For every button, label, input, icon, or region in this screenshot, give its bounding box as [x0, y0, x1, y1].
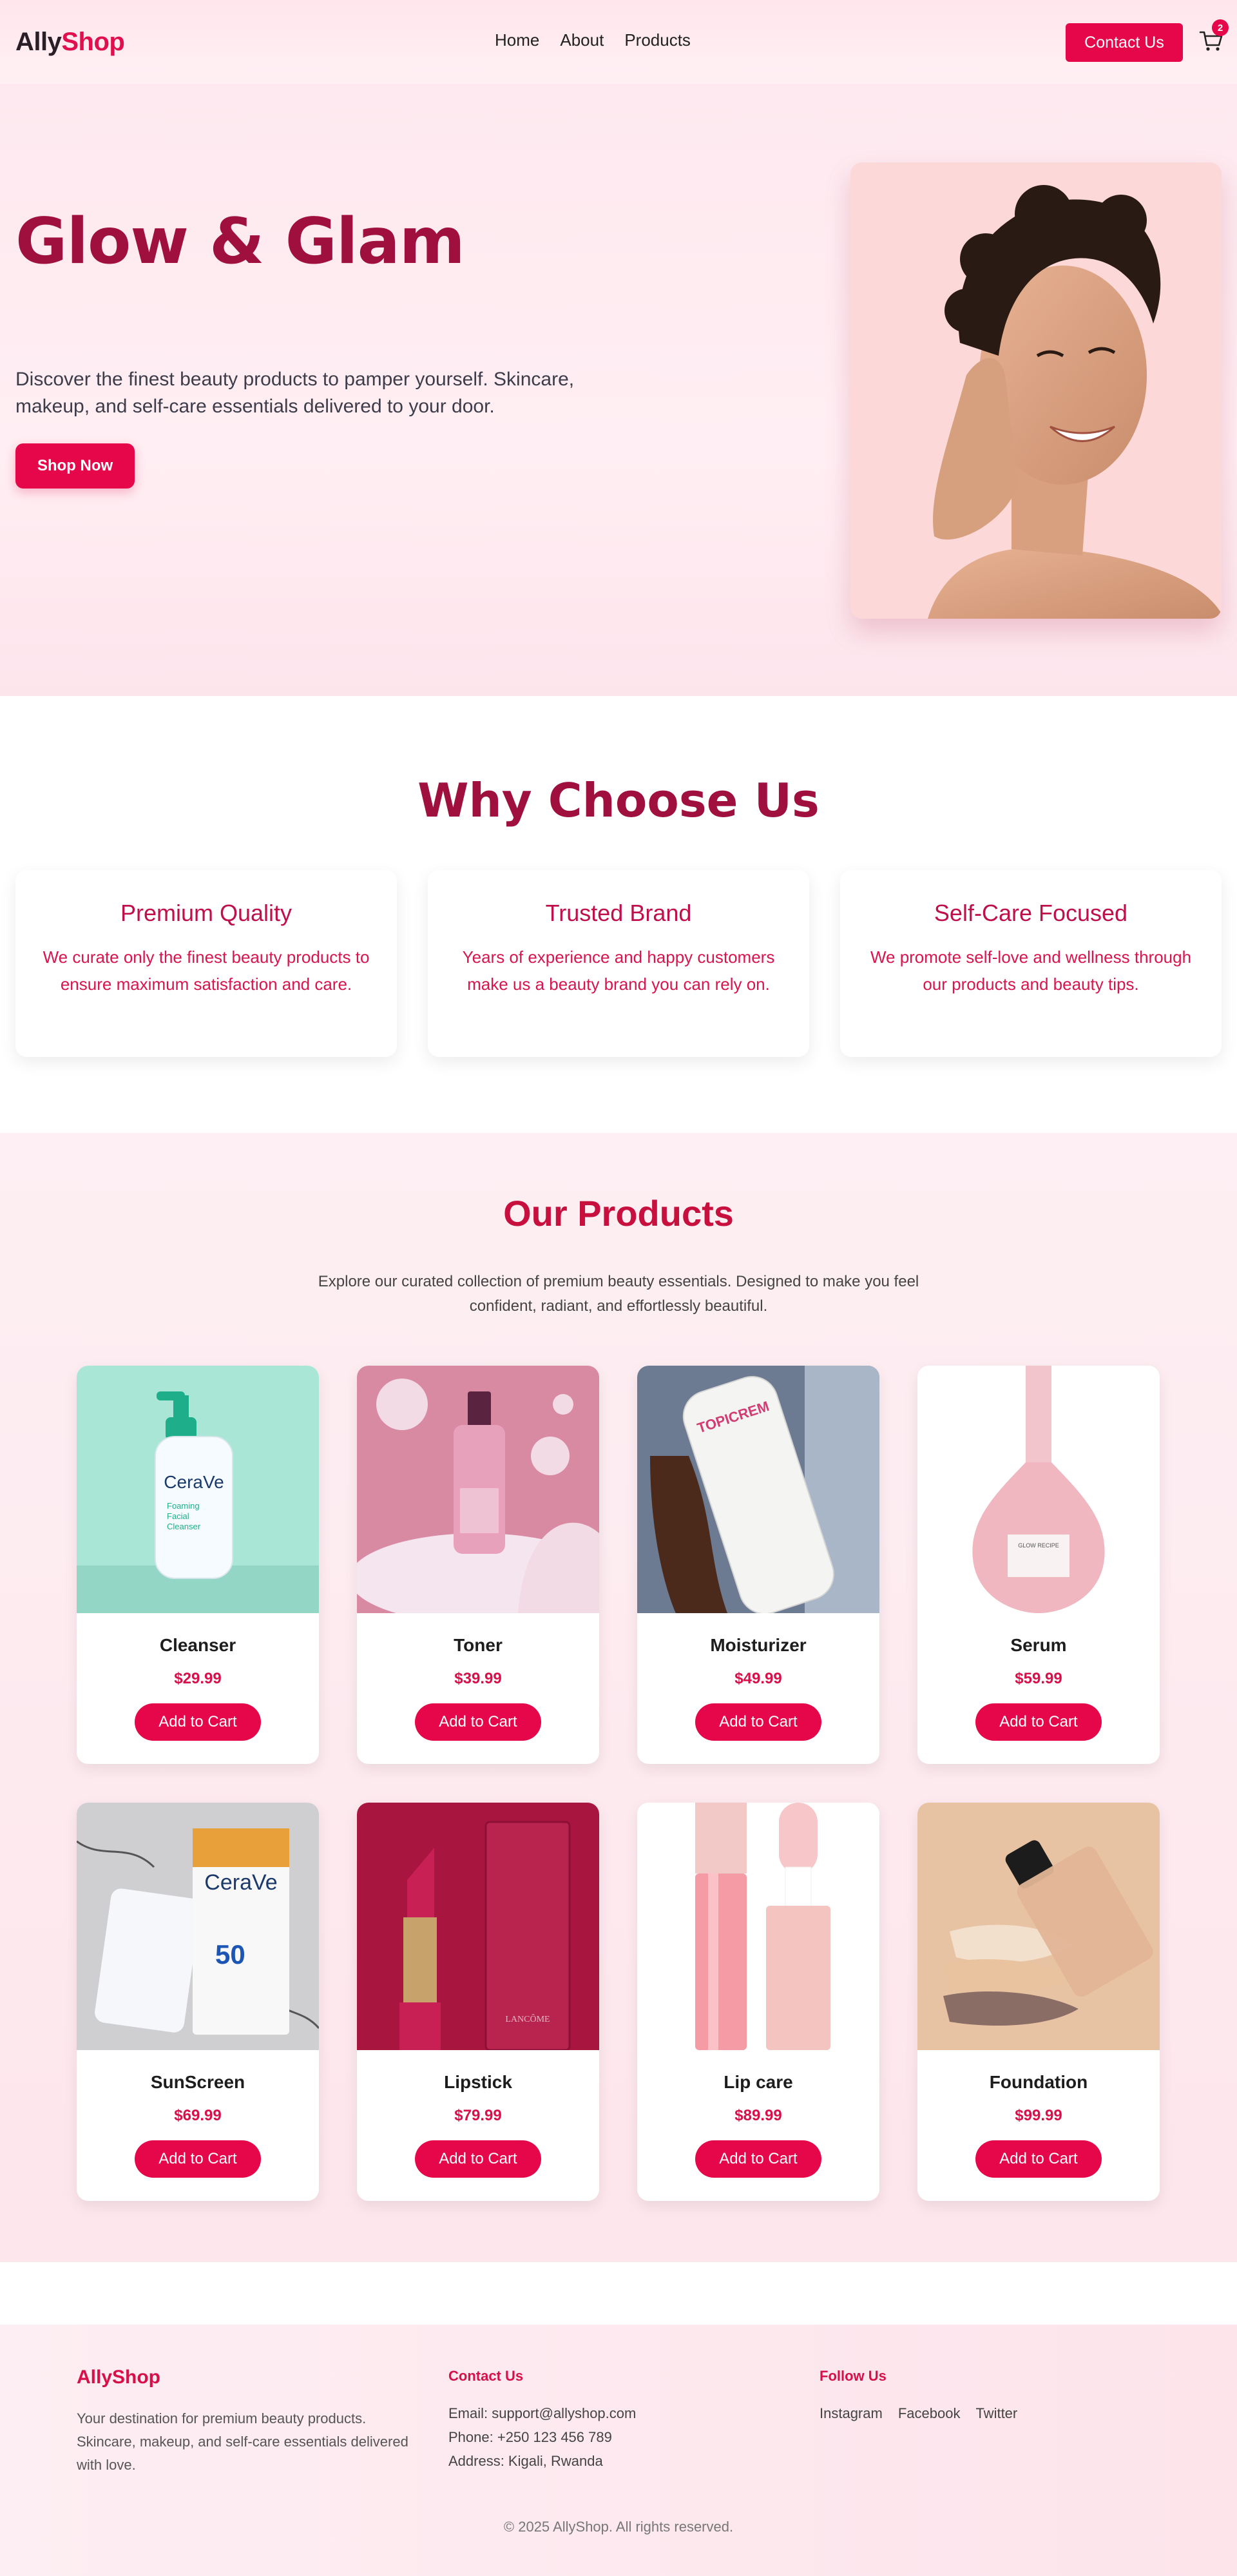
product-image-cleanser: CeraVe Foaming Facial Cleanser	[77, 1366, 319, 1613]
footer-logo[interactable]: AllyShop	[77, 2367, 160, 2388]
product-card: TOPICREM Moisturizer $49.99 Add to Cart	[637, 1366, 879, 1764]
product-image-serum: GLOW RECIPE	[917, 1366, 1160, 1613]
product-image-foundation	[917, 1803, 1160, 2050]
sunscreen-brand-text: CeraVe	[204, 1870, 277, 1895]
products-subtitle: Explore our curated collection of premiu…	[318, 1273, 919, 1315]
product-card: Toner $39.99 Add to Cart	[357, 1366, 599, 1764]
contact-us-button[interactable]: Contact Us	[1066, 23, 1183, 62]
product-card: Foundation $99.99 Add to Cart	[917, 1803, 1160, 2201]
product-price: $79.99	[454, 2107, 502, 2124]
footer-address: Address: Kigali, Rwanda	[448, 2453, 603, 2469]
add-to-cart-button[interactable]: Add to Cart	[415, 1703, 541, 1741]
product-price: $39.99	[454, 1670, 502, 1687]
svg-text:Cleanser: Cleanser	[167, 1522, 201, 1531]
add-to-cart-button[interactable]: Add to Cart	[695, 1703, 821, 1741]
product-card: CeraVe 50 SunScreen $69.99 Add to Cart	[77, 1803, 319, 2201]
twitter-link[interactable]: Twitter	[975, 2405, 1017, 2422]
product-name: Serum	[1010, 1635, 1067, 1655]
footer-follow-title: Follow Us	[820, 2368, 887, 2384]
footer-description: Your destination for premium beauty prod…	[77, 2410, 408, 2473]
feature-card: Trusted Brand Years of experience and ha…	[428, 870, 809, 1057]
logo[interactable]: AllyShop	[15, 27, 125, 57]
svg-text:Foaming: Foaming	[167, 1501, 200, 1511]
feature-card: Premium Quality We curate only the fines…	[15, 870, 397, 1057]
shop-now-button[interactable]: Shop Now	[15, 443, 135, 489]
nav-links: Home About Products	[495, 30, 691, 50]
lipstick-brand-text: LANCÔME	[505, 2013, 550, 2024]
hero-description: Discover the finest beauty products to p…	[15, 369, 575, 417]
product-image-sunscreen: CeraVe 50	[77, 1803, 319, 2050]
product-price: $89.99	[734, 2107, 782, 2124]
feature-title: Premium Quality	[120, 900, 292, 926]
nav-products-link[interactable]: Products	[624, 30, 691, 50]
spf-text: 50	[215, 1939, 245, 1970]
product-name: Toner	[454, 1635, 503, 1655]
add-to-cart-button[interactable]: Add to Cart	[135, 2140, 261, 2178]
feature-text: We promote self-love and wellness throug…	[870, 947, 1192, 994]
product-image-moisturizer: TOPICREM	[637, 1366, 879, 1613]
hero-model-image	[850, 162, 1222, 619]
product-price: $29.99	[174, 1670, 222, 1687]
feature-card: Self-Care Focused We promote self-love a…	[840, 870, 1222, 1057]
footer-contact-title: Contact Us	[448, 2368, 524, 2384]
products-title: Our Products	[503, 1193, 734, 1234]
product-price: $49.99	[734, 1670, 782, 1687]
add-to-cart-button[interactable]: Add to Cart	[415, 2140, 541, 2178]
svg-text:Facial: Facial	[167, 1511, 189, 1521]
product-price: $69.99	[174, 2107, 222, 2124]
logo-part-shop: Shop	[61, 27, 125, 56]
serum-brand-text: GLOW RECIPE	[1018, 1542, 1059, 1549]
add-to-cart-button[interactable]: Add to Cart	[975, 1703, 1102, 1741]
feature-title: Trusted Brand	[545, 900, 692, 926]
cart-count-badge: 2	[1212, 19, 1229, 36]
product-card: CeraVe Foaming Facial Cleanser Cleanser …	[77, 1366, 319, 1764]
product-image-lipstick: LANCÔME	[357, 1803, 599, 2050]
top-navbar: AllyShop Home About Products Contact Us …	[0, 0, 1237, 84]
nav-home-link[interactable]: Home	[495, 30, 539, 50]
copyright: © 2025 AllyShop. All rights reserved.	[503, 2519, 734, 2535]
product-price: $99.99	[1015, 2107, 1062, 2124]
product-name: Lip care	[724, 2072, 793, 2092]
facebook-link[interactable]: Facebook	[898, 2405, 961, 2422]
logo-part-ally: Ally	[15, 27, 62, 56]
footer-social-links: Instagram Facebook Twitter	[820, 2405, 1017, 2422]
cleanser-brand-text: CeraVe	[164, 1472, 224, 1492]
product-image-lip-care	[637, 1803, 879, 2050]
product-name: SunScreen	[150, 2072, 245, 2092]
product-card: GLOW RECIPE Serum $59.99 Add to Cart	[917, 1366, 1160, 1764]
add-to-cart-button[interactable]: Add to Cart	[975, 2140, 1102, 2178]
hero-title: Glow & Glam	[15, 205, 465, 278]
add-to-cart-button[interactable]: Add to Cart	[695, 2140, 821, 2178]
product-name: Cleanser	[159, 1635, 236, 1655]
feature-text: We curate only the finest beauty product…	[43, 947, 370, 994]
footer-phone[interactable]: Phone: +250 123 456 789	[448, 2429, 612, 2446]
why-choose-us-title: Why Choose Us	[417, 773, 820, 828]
product-image-toner	[357, 1366, 599, 1613]
feature-text: Years of experience and happy customers …	[462, 947, 775, 994]
product-price: $59.99	[1015, 1670, 1062, 1687]
product-name: Foundation	[989, 2072, 1088, 2092]
product-card: Lip care $89.99 Add to Cart	[637, 1803, 879, 2201]
product-card: LANCÔME Lipstick $79.99 Add to Cart	[357, 1803, 599, 2201]
footer-email[interactable]: Email: support@allyshop.com	[448, 2405, 636, 2422]
nav-about-link[interactable]: About	[560, 30, 604, 50]
instagram-link[interactable]: Instagram	[820, 2405, 883, 2422]
add-to-cart-button[interactable]: Add to Cart	[135, 1703, 261, 1741]
feature-title: Self-Care Focused	[934, 900, 1128, 926]
product-name: Lipstick	[444, 2072, 512, 2092]
product-name: Moisturizer	[710, 1635, 807, 1655]
